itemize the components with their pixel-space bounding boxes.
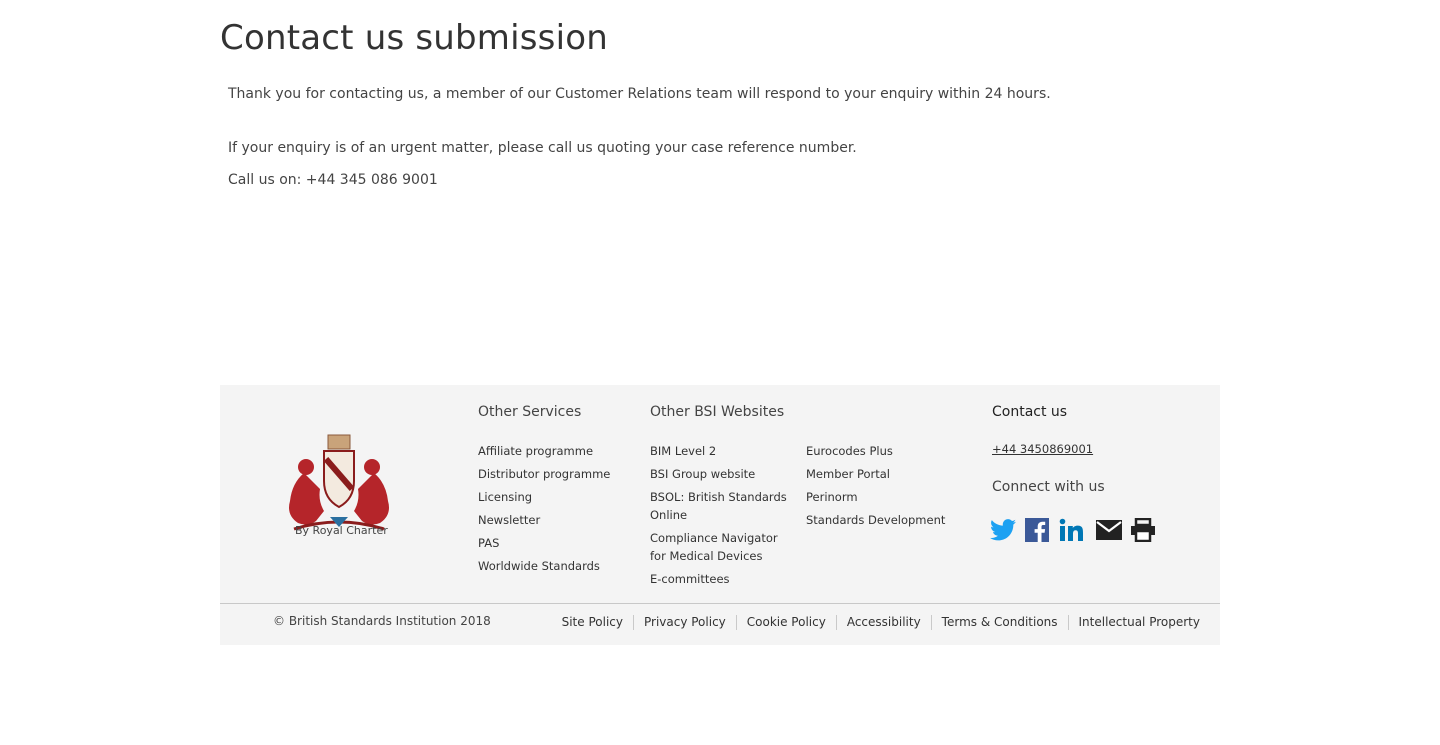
footer-link-eurocodes-plus[interactable]: Eurocodes Plus (806, 442, 893, 460)
email-icon[interactable] (1096, 517, 1122, 543)
footer-link-bsi-group-website[interactable]: BSI Group website (650, 465, 755, 483)
print-icon[interactable] (1130, 517, 1156, 543)
footer-link-perinorm[interactable]: Perinorm (806, 488, 858, 506)
footer-link-e-committees[interactable]: E-committees (650, 570, 730, 588)
other-websites-heading: Other BSI Websites (650, 404, 785, 420)
legal-link-intellectual-property[interactable]: Intellectual Property (1067, 615, 1210, 630)
footer-link-bim-level-2[interactable]: BIM Level 2 (650, 442, 716, 460)
legal-link-accessibility[interactable]: Accessibility (835, 615, 931, 630)
page-title: Contact us submission (220, 18, 608, 58)
legal-link-site-policy[interactable]: Site Policy (552, 615, 633, 630)
linkedin-icon[interactable] (1058, 517, 1084, 543)
facebook-icon[interactable] (1024, 517, 1050, 543)
footer-link-member-portal[interactable]: Member Portal (806, 465, 890, 483)
site-footer: By Royal Charter Other Services Affiliat… (220, 385, 1220, 645)
footer-link-pas[interactable]: PAS (478, 534, 499, 552)
other-services-heading: Other Services (478, 404, 582, 420)
connect-with-us-heading: Connect with us (992, 479, 1105, 495)
legal-link-terms-conditions[interactable]: Terms & Conditions (930, 615, 1068, 630)
footer-divider (220, 603, 1220, 604)
call-us-text: Call us on: +44 345 086 9001 (228, 172, 438, 188)
crest-caption: By Royal Charter (295, 524, 388, 537)
footer-link-standards-development[interactable]: Standards Development (806, 511, 945, 529)
twitter-icon[interactable] (990, 517, 1016, 543)
urgent-message: If your enquiry is of an urgent matter, … (228, 140, 857, 156)
footer-phone-link[interactable]: +44 3450869001 (992, 442, 1093, 456)
legal-link-privacy-policy[interactable]: Privacy Policy (632, 615, 736, 630)
footer-link-licensing[interactable]: Licensing (478, 488, 532, 506)
footer-link-worldwide-standards[interactable]: Worldwide Standards (478, 557, 600, 575)
footer-link-affiliate-programme[interactable]: Affiliate programme (478, 442, 593, 460)
footer-link-bsol[interactable]: BSOL: British Standards Online (650, 488, 790, 524)
footer-link-compliance-navigator[interactable]: Compliance Navigator for Medical Devices (650, 529, 790, 565)
legal-link-cookie-policy[interactable]: Cookie Policy (735, 615, 836, 630)
copyright-text: © British Standards Institution 2018 (273, 614, 491, 628)
thank-you-message: Thank you for contacting us, a member of… (228, 86, 1051, 102)
footer-link-distributor-programme[interactable]: Distributor programme (478, 465, 610, 483)
contact-us-heading: Contact us (992, 404, 1068, 420)
page: Contact us submission Thank you for cont… (0, 0, 1440, 745)
footer-link-newsletter[interactable]: Newsletter (478, 511, 540, 529)
legal-links: Site Policy Privacy Policy Cookie Policy… (552, 615, 1210, 630)
